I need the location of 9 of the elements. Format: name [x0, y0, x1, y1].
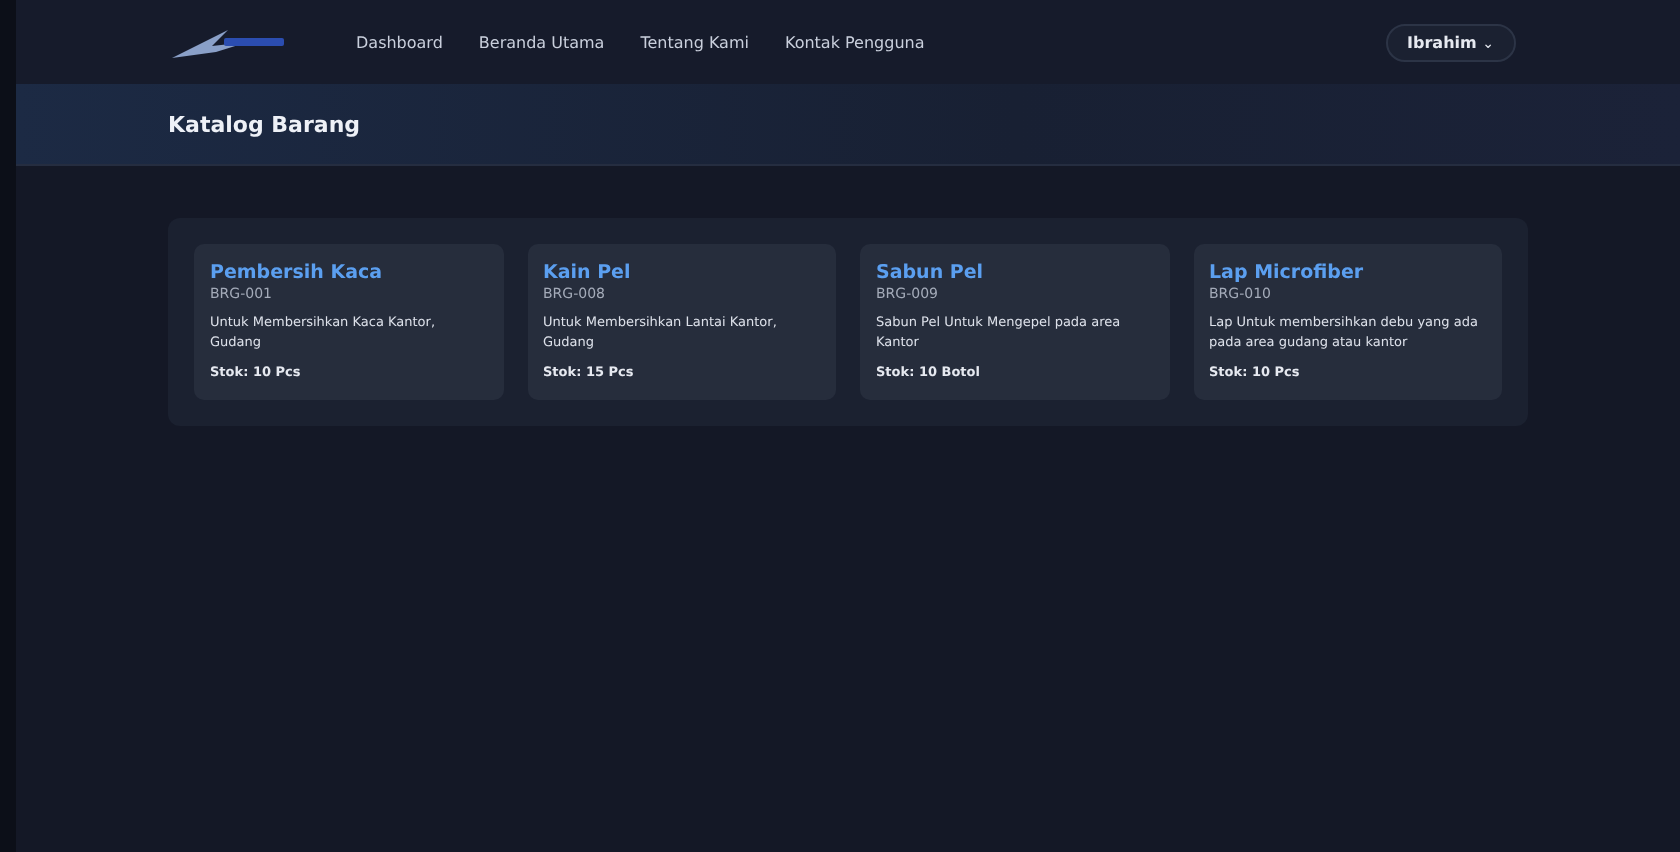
item-name: Lap Microfiber [1209, 262, 1366, 284]
item-name: Kain Pel [543, 262, 633, 284]
item-name: Pembersih Kaca [210, 262, 385, 284]
item-name: Sabun Pel [876, 262, 986, 284]
nav-link[interactable]: Beranda Utama [478, 33, 605, 51]
nav-link[interactable]: Kontak Pengguna [784, 33, 925, 51]
nav-link[interactable]: Tentang Kami [640, 33, 749, 51]
nav-link[interactable]: Dashboard [356, 33, 443, 51]
page-title: Katalog Barang [168, 111, 361, 137]
